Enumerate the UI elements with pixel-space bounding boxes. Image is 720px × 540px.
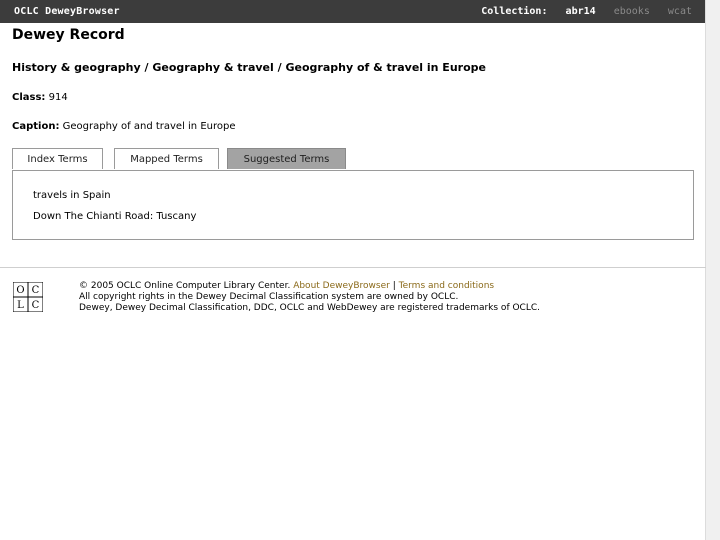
footer-line-2: All copyright rights in the Dewey Decima… — [79, 292, 459, 302]
terms-panel: travels in Spain Down The Chianti Road: … — [12, 170, 694, 240]
caption-label: Caption: — [12, 121, 60, 132]
caption-field: Caption: Geography of and travel in Euro… — [12, 121, 236, 132]
record-header: Dewey Record History & geography / Geogr… — [12, 24, 696, 132]
page-title: Dewey Record — [12, 27, 125, 43]
list-item[interactable]: travels in Spain — [33, 190, 111, 201]
list-item[interactable]: Down The Chianti Road: Tuscany — [33, 211, 196, 222]
tab-mapped-terms[interactable]: Mapped Terms — [114, 148, 219, 169]
footer-text: © 2005 OCLC Online Computer Library Cent… — [79, 281, 540, 314]
breadcrumb-item: History & geography — [12, 61, 141, 74]
collection-label: Collection: — [481, 6, 548, 17]
caption-value: Geography of and travel in Europe — [62, 121, 236, 132]
top-bar: OCLC DeweyBrowser Collection: abr14 eboo… — [0, 0, 706, 23]
vertical-scrollbar[interactable] — [705, 0, 720, 540]
svg-text:L: L — [17, 300, 24, 311]
breadcrumb-separator: / — [140, 61, 153, 74]
class-label: Class: — [12, 92, 46, 103]
app-title: OCLC DeweyBrowser — [14, 6, 120, 17]
breadcrumb-item: Geography of & travel in Europe — [285, 61, 486, 74]
oclc-logo-icon: O C L C — [13, 282, 43, 312]
collection-option-wcat[interactable]: wcat — [668, 6, 692, 17]
tab-suggested-terms[interactable]: Suggested Terms — [227, 148, 346, 169]
footer-line-3: Dewey, Dewey Decimal Classification, DDC… — [79, 303, 540, 313]
class-value: 914 — [48, 92, 68, 103]
about-link[interactable]: About DeweyBrowser — [293, 281, 390, 291]
breadcrumb: History & geography / Geography & travel… — [12, 61, 486, 74]
breadcrumb-separator: / — [273, 61, 286, 74]
tab-index-terms[interactable]: Index Terms — [12, 148, 103, 169]
footer-pipe: | — [392, 281, 396, 291]
svg-text:O: O — [16, 285, 24, 296]
svg-text:C: C — [32, 285, 40, 296]
copyright-text: © 2005 OCLC Online Computer Library Cent… — [79, 281, 291, 291]
collection-switcher: Collection: abr14 ebooks wcat — [481, 6, 692, 17]
terms-link[interactable]: Terms and conditions — [399, 281, 494, 291]
class-field: Class: 914 — [12, 92, 68, 103]
breadcrumb-item: Geography & travel — [152, 61, 274, 74]
footer-divider — [0, 267, 706, 268]
svg-text:C: C — [32, 300, 40, 311]
footer-line-1: © 2005 OCLC Online Computer Library Cent… — [79, 281, 540, 292]
collection-option-ebooks[interactable]: ebooks — [614, 6, 650, 17]
collection-option-abr14[interactable]: abr14 — [566, 6, 596, 17]
